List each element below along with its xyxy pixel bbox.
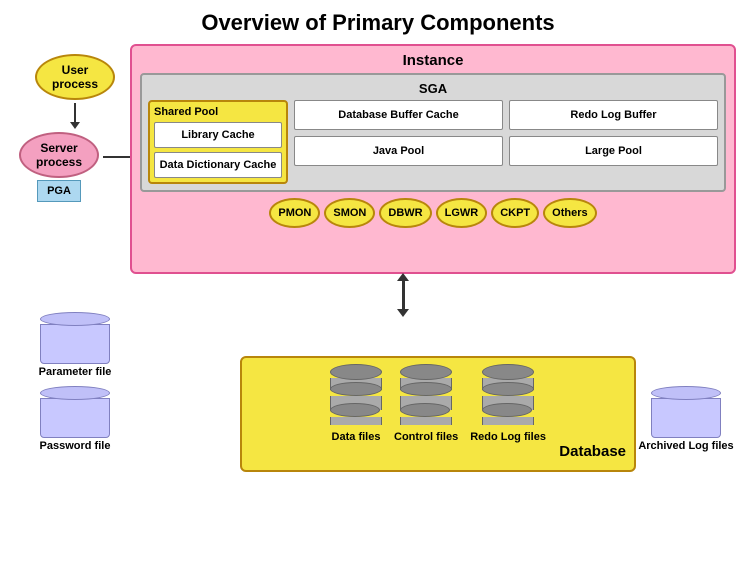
- param-file-label: Parameter file: [39, 366, 112, 378]
- pass-file-label: Password file: [40, 440, 111, 452]
- data-cyl-top: [330, 364, 382, 380]
- process-others: Others: [543, 198, 596, 228]
- sga-label: SGA: [148, 81, 718, 96]
- left-files: Parameter file Password file: [20, 312, 130, 472]
- instance-label: Instance: [140, 52, 726, 69]
- archived-log-label: Archived Log files: [638, 440, 733, 452]
- instance-box: Instance SGA Shared Pool Library Cache D…: [130, 44, 736, 274]
- control-files-label: Control files: [394, 431, 458, 443]
- data-files-label: Data files: [332, 431, 381, 443]
- arch-cyl-top: [651, 386, 721, 400]
- server-to-instance-arrow: [103, 156, 131, 158]
- database-label: Database: [559, 443, 626, 460]
- redo-log-buffer-box: Redo Log Buffer: [509, 100, 718, 130]
- arch-cyl-body: [651, 398, 721, 438]
- user-process-ellipse: User process: [35, 54, 115, 100]
- data-dict-cache-box: Data Dictionary Cache: [154, 152, 282, 178]
- process-ckpt: CKPT: [491, 198, 539, 228]
- param-cyl-body: [40, 324, 110, 364]
- sga-box: SGA Shared Pool Library Cache Data Dicti…: [140, 73, 726, 192]
- server-process-ellipse: Server process: [19, 132, 99, 178]
- process-smon: SMON: [324, 198, 375, 228]
- process-pmon: PMON: [269, 198, 320, 228]
- shared-pool-box: Shared Pool Library Cache Data Dictionar…: [148, 100, 288, 184]
- redo-log-files-cylinder: Redo Log files: [470, 364, 546, 443]
- processes-row: PMON SMON DBWR LGWR CKPT Others: [140, 198, 726, 228]
- process-dbwr: DBWR: [379, 198, 431, 228]
- redo-log-files-label: Redo Log files: [470, 431, 546, 443]
- control-files-cylinder: Control files: [394, 364, 458, 443]
- large-pool-box: Large Pool: [509, 136, 718, 166]
- pass-cyl-top: [40, 386, 110, 400]
- database-box: Data files Control files: [240, 356, 636, 472]
- shared-pool-label: Shared Pool: [154, 106, 282, 118]
- java-pool-box: Java Pool: [294, 136, 503, 166]
- param-cyl-top: [40, 312, 110, 326]
- library-cache-box: Library Cache: [154, 122, 282, 148]
- archived-log-cylinder: Archived Log files: [638, 386, 733, 452]
- db-buffer-cache-box: Database Buffer Cache: [294, 100, 503, 130]
- pga-box: PGA: [37, 180, 81, 202]
- cylinders-row: Data files Control files: [330, 364, 546, 443]
- right-files: Archived Log files: [636, 386, 736, 472]
- page-title: Overview of Primary Components: [201, 10, 554, 36]
- redo-cyl-top: [482, 364, 534, 380]
- pass-cyl-body: [40, 398, 110, 438]
- user-to-server-arrow: [74, 103, 76, 123]
- process-lgwr: LGWR: [436, 198, 488, 228]
- data-files-cylinder: Data files: [330, 364, 382, 443]
- password-file-cylinder: Password file: [40, 386, 111, 452]
- instance-to-db-arrow: [402, 280, 405, 310]
- ctrl-cyl-top: [400, 364, 452, 380]
- parameter-file-cylinder: Parameter file: [39, 312, 112, 378]
